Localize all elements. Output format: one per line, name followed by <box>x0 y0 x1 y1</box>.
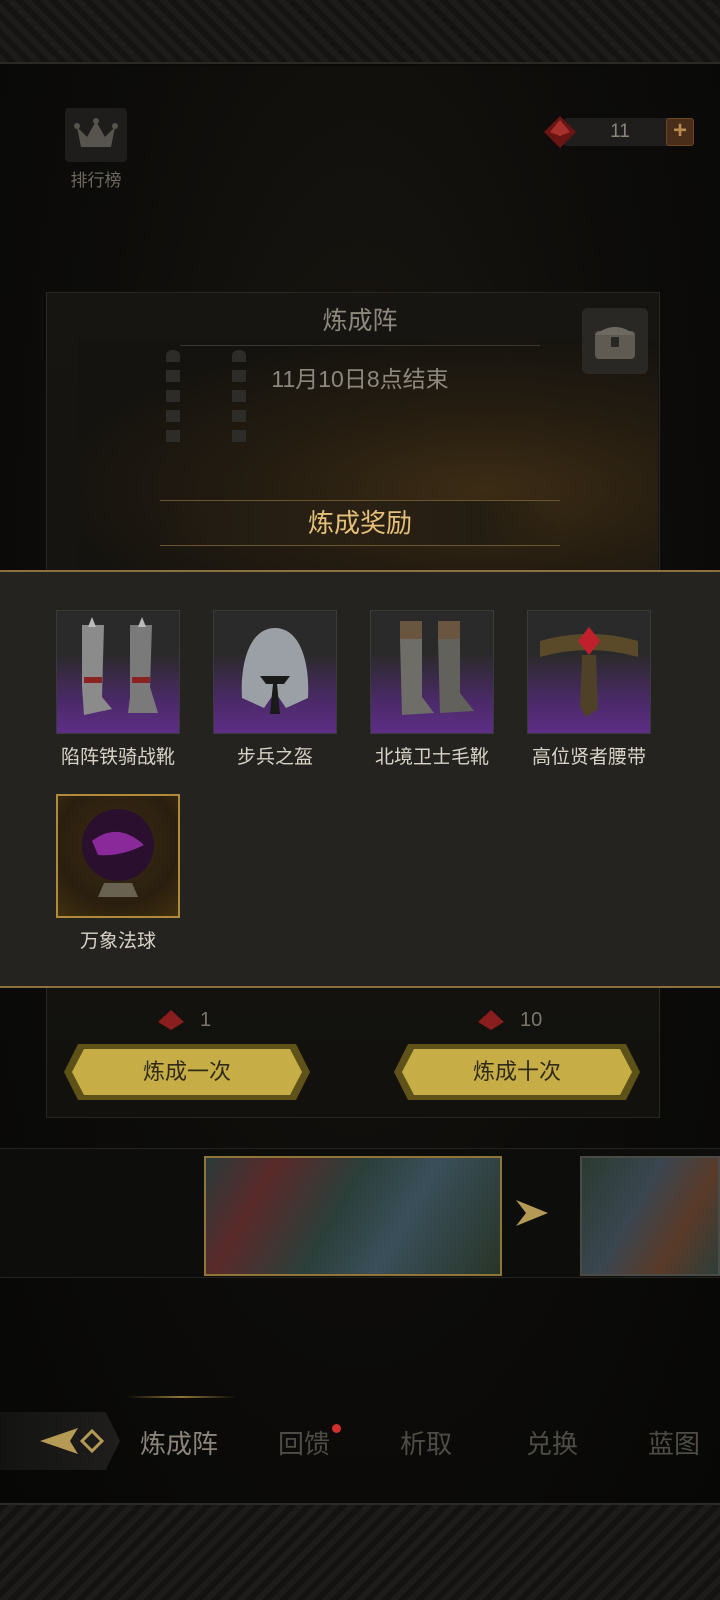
tab-blueprint[interactable]: 蓝图 <box>648 1424 700 1461</box>
active-tab-indicator <box>126 1396 236 1398</box>
back-button[interactable] <box>0 1412 120 1470</box>
red-gem-icon <box>478 1010 504 1030</box>
crown-icon <box>65 108 127 162</box>
ten-cost: 10 <box>476 1006 542 1034</box>
reward-item[interactable]: 北境卫士毛靴 <box>370 610 494 769</box>
chain-decoration <box>166 350 180 450</box>
red-gem-icon <box>540 114 580 155</box>
ten-cost-value: 10 <box>520 1008 543 1031</box>
helmet-icon <box>213 610 337 734</box>
currency-value: 11 <box>610 121 630 142</box>
add-currency-button[interactable]: + <box>666 118 694 146</box>
reward-item[interactable]: 步兵之盔 <box>213 610 337 769</box>
top-frame <box>0 0 720 64</box>
reward-name: 北境卫士毛靴 <box>374 747 489 768</box>
red-gem-icon <box>158 1010 184 1030</box>
single-cost: 1 <box>156 1006 211 1034</box>
notification-badge <box>332 1424 341 1433</box>
greaves-icon <box>56 610 180 734</box>
event-banner[interactable] <box>204 1156 502 1276</box>
tab-extract[interactable]: 析取 <box>400 1424 452 1461</box>
reward-item[interactable]: 高位贤者腰带 <box>527 610 651 769</box>
reward-name: 陷阵铁骑战靴 <box>60 747 175 768</box>
ranking-button[interactable]: 排行榜 <box>60 108 132 190</box>
reward-name: 高位贤者腰带 <box>531 747 646 768</box>
tab-exchange[interactable]: 兑换 <box>526 1424 578 1461</box>
belt-icon <box>527 610 651 734</box>
forge-once-button[interactable]: 炼成一次 <box>64 1044 310 1100</box>
tab-forge[interactable]: 炼成阵 <box>140 1424 218 1461</box>
chest-icon <box>595 327 635 359</box>
reward-name: 万象法球 <box>79 931 156 952</box>
orb-icon <box>56 794 180 918</box>
reward-name: 步兵之盔 <box>236 747 313 768</box>
single-cost-value: 1 <box>200 1008 212 1031</box>
panel-title: 炼成阵 <box>180 296 540 346</box>
arrow-right-icon <box>514 1198 550 1233</box>
back-arrow-icon <box>40 1428 105 1454</box>
forge-ten-label: 炼成十次 <box>472 1059 561 1084</box>
event-end-time: 11月10日8点结束 <box>271 366 449 392</box>
currency-display: 11 + <box>540 114 696 150</box>
bottom-frame <box>0 1503 720 1600</box>
boots-icon <box>370 610 494 734</box>
reward-item[interactable]: 陷阵铁骑战靴 <box>56 610 180 769</box>
ranking-label: 排行榜 <box>70 171 122 190</box>
tab-feedback[interactable]: 回馈 <box>278 1424 330 1461</box>
forge-once-label: 炼成一次 <box>142 1059 231 1084</box>
reward-item[interactable]: 万象法球 <box>56 794 180 953</box>
next-event-banner[interactable] <box>580 1156 720 1276</box>
forge-ten-button[interactable]: 炼成十次 <box>394 1044 640 1100</box>
reward-chest-button[interactable] <box>582 308 648 374</box>
reward-section-title: 炼成奖励 <box>160 500 560 546</box>
